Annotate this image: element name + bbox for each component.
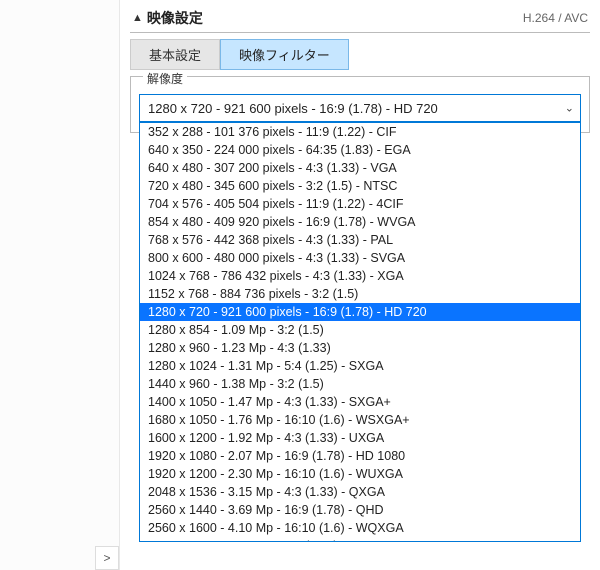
resolution-dropdown[interactable]: 352 x 288 - 101 376 pixels - 11:9 (1.22)… — [139, 122, 581, 542]
resolution-option[interactable]: 1600 x 1200 - 1.92 Mp - 4:3 (1.33) - UXG… — [140, 429, 580, 447]
resolution-option[interactable]: 854 x 480 - 409 920 pixels - 16:9 (1.78)… — [140, 213, 580, 231]
resolution-option[interactable]: 800 x 600 - 480 000 pixels - 4:3 (1.33) … — [140, 249, 580, 267]
resolution-option[interactable]: 2560 x 2048 - 5.24 Mp - 5:4 (1.25) - QSX… — [140, 537, 580, 542]
resolution-option[interactable]: 1440 x 960 - 1.38 Mp - 3:2 (1.5) — [140, 375, 580, 393]
section-header: ▲ 映像設定 H.264 / AVC — [130, 0, 590, 33]
resolution-option[interactable]: 704 x 576 - 405 504 pixels - 11:9 (1.22)… — [140, 195, 580, 213]
resolution-option[interactable]: 1280 x 960 - 1.23 Mp - 4:3 (1.33) — [140, 339, 580, 357]
resolution-option[interactable]: 2048 x 1536 - 3.15 Mp - 4:3 (1.33) - QXG… — [140, 483, 580, 501]
tab-video-filter[interactable]: 映像フィルター — [220, 39, 349, 70]
main-panel: ▲ 映像設定 H.264 / AVC 基本設定 映像フィルター 解像度 1280… — [120, 0, 600, 570]
left-sidebar: > — [0, 0, 120, 570]
resolution-option[interactable]: 1680 x 1050 - 1.76 Mp - 16:10 (1.6) - WS… — [140, 411, 580, 429]
tab-basic-settings[interactable]: 基本設定 — [130, 39, 220, 70]
collapse-triangle-icon[interactable]: ▲ — [132, 12, 143, 24]
resolution-option[interactable]: 1280 x 1024 - 1.31 Mp - 5:4 (1.25) - SXG… — [140, 357, 580, 375]
codec-label: H.264 / AVC — [523, 11, 588, 25]
section-title: 映像設定 — [147, 8, 523, 28]
resolution-option[interactable]: 640 x 350 - 224 000 pixels - 64:35 (1.83… — [140, 141, 580, 159]
resolution-option[interactable]: 2560 x 1440 - 3.69 Mp - 16:9 (1.78) - QH… — [140, 501, 580, 519]
resolution-option[interactable]: 1280 x 854 - 1.09 Mp - 3:2 (1.5) — [140, 321, 580, 339]
resolution-option[interactable]: 1152 x 768 - 884 736 pixels - 3:2 (1.5) — [140, 285, 580, 303]
resolution-option[interactable]: 352 x 288 - 101 376 pixels - 11:9 (1.22)… — [140, 123, 580, 141]
resolution-selected-value: 1280 x 720 - 921 600 pixels - 16:9 (1.78… — [148, 101, 438, 116]
resolution-option[interactable]: 2560 x 1600 - 4.10 Mp - 16:10 (1.6) - WQ… — [140, 519, 580, 537]
resolution-option[interactable]: 720 x 480 - 345 600 pixels - 3:2 (1.5) -… — [140, 177, 580, 195]
resolution-option[interactable]: 1024 x 768 - 786 432 pixels - 4:3 (1.33)… — [140, 267, 580, 285]
resolution-label: 解像度 — [143, 70, 187, 87]
resolution-fieldset: 解像度 1280 x 720 - 921 600 pixels - 16:9 (… — [130, 76, 590, 133]
resolution-option[interactable]: 1920 x 1080 - 2.07 Mp - 16:9 (1.78) - HD… — [140, 447, 580, 465]
resolution-option[interactable]: 1280 x 720 - 921 600 pixels - 16:9 (1.78… — [140, 303, 580, 321]
chevron-down-icon: ⌄ — [565, 102, 574, 115]
resolution-option[interactable]: 768 x 576 - 442 368 pixels - 4:3 (1.33) … — [140, 231, 580, 249]
resolution-select-wrapper: 1280 x 720 - 921 600 pixels - 16:9 (1.78… — [139, 94, 581, 122]
resolution-option[interactable]: 1400 x 1050 - 1.47 Mp - 4:3 (1.33) - SXG… — [140, 393, 580, 411]
resolution-option[interactable]: 1920 x 1200 - 2.30 Mp - 16:10 (1.6) - WU… — [140, 465, 580, 483]
resolution-option[interactable]: 640 x 480 - 307 200 pixels - 4:3 (1.33) … — [140, 159, 580, 177]
tab-bar: 基本設定 映像フィルター — [130, 39, 590, 70]
chevron-right-icon: > — [103, 551, 110, 565]
resolution-select[interactable]: 1280 x 720 - 921 600 pixels - 16:9 (1.78… — [139, 94, 581, 122]
sidebar-collapse-button[interactable]: > — [95, 546, 119, 570]
